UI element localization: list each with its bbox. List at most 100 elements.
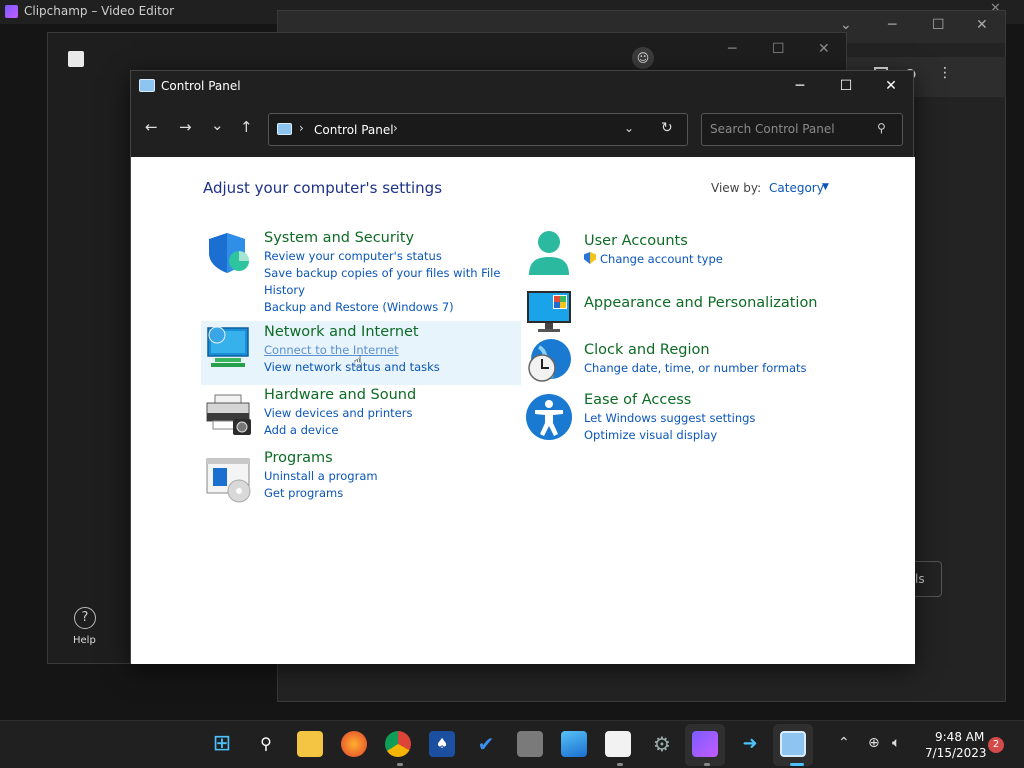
control-panel-icon bbox=[277, 123, 292, 135]
search-box[interactable]: ⚲ bbox=[701, 113, 903, 146]
back-button[interactable]: ← bbox=[145, 118, 158, 136]
link-devices-printers[interactable]: View devices and printers bbox=[264, 405, 416, 422]
chevron-down-icon[interactable]: ⌄ bbox=[624, 121, 634, 135]
forward-button[interactable]: → bbox=[179, 118, 192, 136]
more-options-icon[interactable]: ⋮ bbox=[938, 65, 952, 81]
start-icon[interactable]: ⊞ bbox=[209, 731, 235, 757]
category-hardware-and-sound: Hardware and Sound View devices and prin… bbox=[264, 387, 416, 439]
category-title[interactable]: Clock and Region bbox=[584, 342, 807, 358]
clipchamp-icon bbox=[5, 5, 18, 18]
minimize-icon[interactable]: ─ bbox=[728, 41, 736, 57]
monitor-icon bbox=[527, 291, 571, 332]
category-appearance-and-personalization: Appearance and Personalization bbox=[584, 295, 818, 313]
firefox-icon[interactable] bbox=[341, 731, 367, 757]
category-user-accounts: User Accounts Change account type bbox=[584, 233, 723, 268]
chevron-up-icon[interactable]: ⌃ bbox=[838, 735, 850, 751]
control-panel-icon bbox=[139, 79, 155, 92]
close-icon[interactable]: ✕ bbox=[818, 41, 830, 57]
control-panel-icon[interactable] bbox=[780, 731, 806, 757]
category-network-and-internet: Network and Internet Connect to the Inte… bbox=[264, 324, 440, 376]
running-indicator bbox=[704, 763, 710, 766]
calculator-icon[interactable] bbox=[517, 731, 543, 757]
search-icon[interactable]: ⚲ bbox=[877, 121, 886, 135]
user-icon bbox=[529, 231, 569, 275]
link-review-status[interactable]: Review your computer's status bbox=[264, 248, 504, 265]
notification-badge[interactable]: 2 bbox=[988, 737, 1004, 753]
maximize-button[interactable]: ☐ bbox=[823, 71, 869, 101]
solitaire-icon[interactable]: ♠ bbox=[429, 731, 455, 757]
maximize-icon[interactable]: ☐ bbox=[772, 41, 785, 57]
running-indicator bbox=[790, 763, 804, 766]
category-title[interactable]: System and Security bbox=[264, 230, 504, 246]
link-get-programs[interactable]: Get programs bbox=[264, 485, 378, 502]
refresh-icon[interactable]: ↻ bbox=[661, 120, 673, 136]
category-title[interactable]: Programs bbox=[264, 450, 378, 466]
help-icon[interactable]: ? bbox=[74, 607, 96, 629]
uac-shield-icon bbox=[584, 252, 596, 264]
view-by-dropdown[interactable]: Category bbox=[769, 181, 824, 195]
breadcrumb-control-panel[interactable]: Control Panel bbox=[314, 123, 394, 137]
clock-globe-icon bbox=[528, 339, 571, 382]
chrome-icon[interactable] bbox=[385, 731, 411, 757]
category-title[interactable]: Ease of Access bbox=[584, 392, 755, 408]
running-indicator bbox=[617, 763, 623, 766]
link-optimize-display[interactable]: Optimize visual display bbox=[584, 427, 755, 444]
minimize-button[interactable]: ─ bbox=[777, 71, 823, 101]
network-icon bbox=[207, 326, 249, 367]
category-title[interactable]: Network and Internet bbox=[264, 324, 440, 340]
category-ease-of-access: Ease of Access Let Windows suggest setti… bbox=[584, 392, 755, 444]
content-area: Adjust your computer's settings View by:… bbox=[131, 157, 915, 664]
category-title[interactable]: Appearance and Personalization bbox=[584, 295, 818, 311]
background-app-title: Clipchamp – Video Editor bbox=[24, 4, 175, 18]
link-suggest-settings[interactable]: Let Windows suggest settings bbox=[584, 410, 755, 427]
globe-icon[interactable]: ⊕ bbox=[868, 735, 880, 751]
photos-icon[interactable] bbox=[561, 731, 587, 757]
printer-icon bbox=[206, 394, 251, 435]
minimize-icon[interactable]: ─ bbox=[888, 17, 896, 33]
clipchamp-icon[interactable] bbox=[692, 731, 718, 757]
link-network-status[interactable]: View network status and tasks bbox=[264, 359, 440, 376]
chevron-right-icon[interactable]: › bbox=[393, 121, 398, 135]
link-add-device[interactable]: Add a device bbox=[264, 422, 416, 439]
category-clock-and-region: Clock and Region Change date, time, or n… bbox=[584, 342, 807, 377]
taskbar: ⊞ ⚲ ♠ ✔ ⚙ ➜ ⌃ ⊕ 🔈︎ 9:48 AM 7/15/2023 2 bbox=[0, 720, 1024, 768]
control-panel-window: Control Panel ─ ☐ ✕ ← → ⌄ ↑ › Control Pa… bbox=[130, 70, 915, 664]
chevron-right-icon[interactable]: › bbox=[299, 121, 304, 135]
link-uninstall-program[interactable]: Uninstall a program bbox=[264, 468, 378, 485]
page-title: Adjust your computer's settings bbox=[203, 179, 443, 197]
help-label: Help bbox=[73, 635, 96, 646]
up-button[interactable]: ↑ bbox=[240, 118, 253, 136]
settings-icon[interactable]: ⚙ bbox=[649, 731, 675, 757]
close-icon[interactable]: ✕ bbox=[976, 17, 988, 33]
chevron-down-icon[interactable]: ⌄ bbox=[840, 17, 852, 33]
recent-locations-button[interactable]: ⌄ bbox=[211, 116, 224, 134]
link-file-history[interactable]: Save backup copies of your files with Fi… bbox=[264, 265, 504, 299]
category-title[interactable]: User Accounts bbox=[584, 233, 723, 249]
todo-icon[interactable]: ✔ bbox=[473, 731, 499, 757]
view-by-label: View by: bbox=[711, 181, 762, 195]
account-icon[interactable]: ☺ bbox=[632, 47, 654, 69]
hand-cursor-icon: ☝ bbox=[353, 352, 363, 371]
store-icon[interactable] bbox=[605, 731, 631, 757]
maximize-icon[interactable]: ☐ bbox=[932, 17, 945, 33]
close-button[interactable]: ✕ bbox=[868, 71, 914, 101]
file-explorer-icon[interactable] bbox=[297, 731, 323, 757]
accessibility-icon bbox=[526, 394, 572, 440]
programs-icon bbox=[206, 458, 251, 503]
link-connect-internet[interactable]: Connect to the Internet bbox=[264, 342, 440, 359]
link-change-date-time[interactable]: Change date, time, or number formats bbox=[584, 360, 807, 377]
category-programs: Programs Uninstall a program Get program… bbox=[264, 450, 378, 502]
address-bar[interactable]: › Control Panel › ⌄ ↻ bbox=[268, 113, 688, 146]
caret-down-icon[interactable]: ▼ bbox=[822, 182, 829, 192]
link-change-account-type[interactable]: Change account type bbox=[584, 251, 723, 268]
link-text[interactable]: Change account type bbox=[600, 252, 723, 266]
clock-time[interactable]: 9:48 AM bbox=[935, 730, 984, 744]
clock-date[interactable]: 7/15/2023 bbox=[925, 746, 987, 760]
search-icon[interactable]: ⚲ bbox=[253, 731, 279, 757]
search-input[interactable] bbox=[710, 122, 870, 136]
remote-icon[interactable]: ➜ bbox=[737, 731, 763, 757]
category-title[interactable]: Hardware and Sound bbox=[264, 387, 416, 403]
link-backup-restore[interactable]: Backup and Restore (Windows 7) bbox=[264, 299, 504, 316]
volume-icon[interactable]: 🔈︎ bbox=[892, 735, 900, 751]
title-bar[interactable]: Control Panel ─ ☐ ✕ bbox=[131, 71, 913, 101]
